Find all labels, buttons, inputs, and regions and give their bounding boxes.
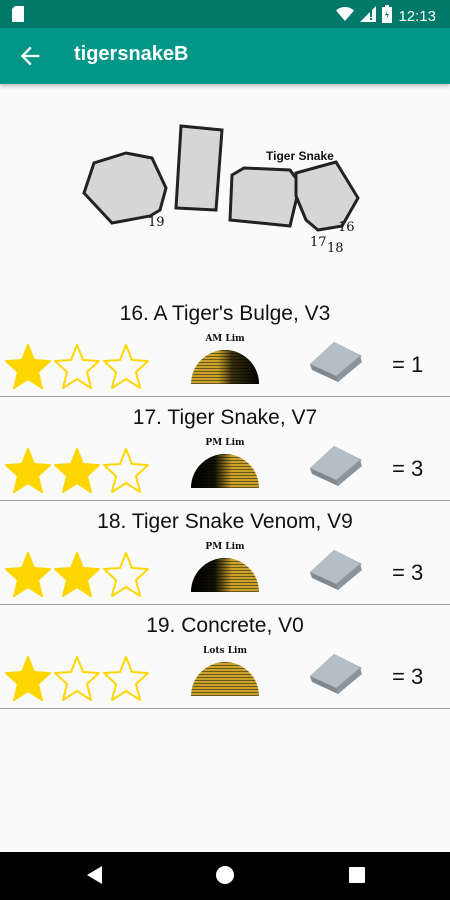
route-title: 18. Tiger Snake Venom, V9 [97, 510, 353, 533]
hold-icon [306, 546, 364, 594]
route-title: 16. A Tiger's Bulge, V3 [119, 302, 331, 325]
recents-nav-icon[interactable] [346, 864, 368, 890]
hold-icon [306, 338, 364, 386]
route-title: 19. Concrete, V0 [146, 614, 304, 637]
sun-label: Lots Lim [203, 646, 247, 656]
sun-label: AM Lim [205, 334, 245, 344]
hold-icon [306, 650, 364, 698]
star-filled-icon [5, 448, 51, 493]
boulder-shape [228, 166, 302, 228]
route-count: = 3 [392, 560, 424, 585]
boulder-shape [174, 124, 224, 212]
signal-icon [360, 6, 377, 26]
boulder-shape [82, 151, 168, 225]
sun-label: PM Lim [205, 542, 245, 552]
star-rating [4, 342, 151, 390]
route-count: = 1 [392, 352, 424, 377]
sun-dome-icon [191, 558, 259, 592]
sd-card-icon [12, 6, 24, 26]
sun-indicator: PM Lim [188, 542, 262, 604]
star-filled-icon [54, 552, 100, 597]
home-nav-icon[interactable] [214, 864, 236, 890]
route-count: = 3 [392, 664, 424, 689]
star-filled-icon [5, 344, 51, 389]
topo-map: Tiger Snake 19 16 17 18 [80, 118, 370, 268]
star-rating [4, 446, 151, 494]
star-rating [4, 550, 151, 598]
page-title: tigersnakeB [74, 43, 189, 65]
route-row[interactable]: 16. A Tiger's Bulge, V3 AM Lim = 1 [0, 292, 450, 397]
sun-dome-icon [191, 662, 259, 696]
sun-indicator: PM Lim [188, 438, 262, 500]
star-empty-icon [103, 552, 149, 597]
route-row[interactable]: 18. Tiger Snake Venom, V9 PM Lim = 3 [0, 500, 450, 605]
star-empty-icon [103, 656, 149, 701]
back-nav-icon[interactable] [84, 864, 106, 890]
star-empty-icon [103, 448, 149, 493]
sun-dome-icon [191, 350, 259, 384]
arrow-left-icon[interactable] [16, 42, 44, 70]
wifi-icon [336, 7, 355, 25]
star-empty-icon [54, 656, 100, 701]
sun-dome-icon [191, 454, 259, 488]
sun-indicator: AM Lim [188, 334, 262, 396]
route-count: = 3 [392, 456, 424, 481]
hold-icon [306, 442, 364, 490]
topo-number: 17 [310, 235, 327, 250]
star-filled-icon [5, 552, 51, 597]
navigation-bar [0, 852, 450, 900]
topo-number: 18 [327, 241, 344, 256]
star-rating [4, 654, 151, 702]
clock-text: 12:13 [398, 7, 436, 25]
route-title: 17. Tiger Snake, V7 [132, 406, 318, 429]
route-row[interactable]: 17. Tiger Snake, V7 PM Lim = 3 [0, 396, 450, 501]
star-empty-icon [54, 344, 100, 389]
route-row[interactable]: 19. Concrete, V0 Lots Lim = 3 [0, 604, 450, 709]
star-filled-icon [54, 448, 100, 493]
app-bar: tigersnakeB [0, 28, 450, 84]
sun-indicator: Lots Lim [188, 646, 262, 708]
sun-label: PM Lim [205, 438, 245, 448]
star-filled-icon [5, 656, 51, 701]
status-bar: 12:13 [0, 0, 450, 28]
star-empty-icon [103, 344, 149, 389]
topo-label: Tiger Snake [266, 149, 334, 163]
battery-icon [382, 5, 393, 27]
topo-number: 16 [338, 220, 355, 235]
topo-number: 19 [148, 215, 165, 230]
